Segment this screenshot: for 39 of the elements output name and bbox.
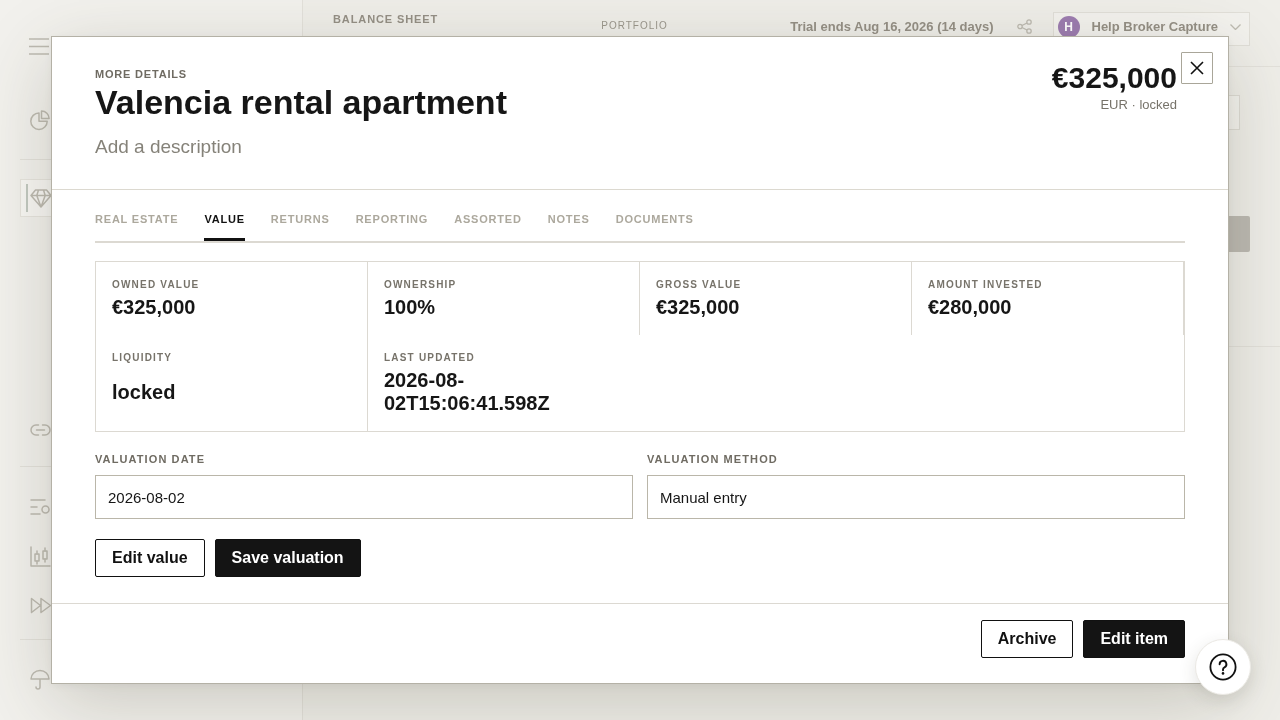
chevron-down-icon [1229,24,1241,30]
stat-label: OWNED VALUE [112,278,200,292]
stat-label: OWNERSHIP [384,278,457,292]
item-title: Valencia rental apartment [95,82,507,122]
item-value: €325,000 [1051,61,1177,95]
section-label: BALANCE SHEET [333,13,439,26]
edit-button[interactable]: Edit value [95,539,205,577]
help-icon [1209,653,1237,681]
close-button[interactable] [1181,52,1213,84]
sidebar-item[interactable] [20,179,52,217]
description-field[interactable]: Add a description [95,133,515,161]
field-label: VALUATION METHOD [647,452,778,466]
currency-status: EUR · locked [1100,97,1177,113]
stat-label: LAST UPDATED [384,351,475,365]
close-icon [1190,61,1204,75]
archive-button[interactable]: Archive [980,620,1074,658]
stat-value: 2026-08-02T15:06:41.598Z [384,369,551,415]
stat-value: €325,000 [656,296,740,319]
save-button[interactable]: Save valuation [214,539,361,577]
tab[interactable]: VALUE [204,190,245,241]
edit-button[interactable]: Edit item [1083,620,1185,658]
share-icon[interactable] [1016,19,1032,34]
section-label: MORE DETAILS [95,67,187,81]
input-field[interactable]: 2026-08-02 [95,475,633,519]
menu-icon[interactable] [29,38,49,55]
stat-label: LIQUIDITY [112,351,173,365]
field-label: VALUATION DATE [95,452,206,466]
stat-label: AMOUNT INVESTED [928,278,1043,292]
stat-label: GROSS VALUE [656,278,742,292]
stat-value: €325,000 [112,296,196,319]
input-field[interactable]: Manual entry [647,475,1185,519]
account-name: Help Broker Capture [1091,20,1218,34]
stat-value: 100% [384,296,436,319]
field-label: PORTFOLIO [601,20,668,31]
help-button[interactable] [1195,639,1251,695]
stat-value: €280,000 [928,296,1012,319]
stat-value: locked [112,380,176,404]
trial-notice: Trial ends Aug 16, 2026 (14 days) [790,20,994,34]
avatar: H [1057,16,1080,38]
